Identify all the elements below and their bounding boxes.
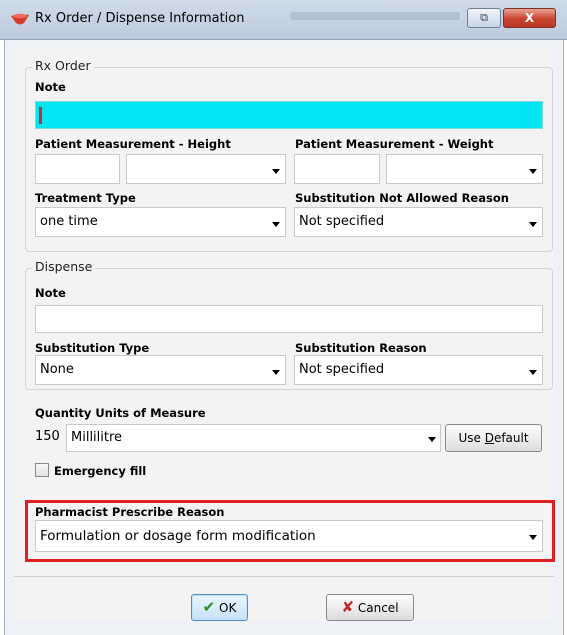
- close-button[interactable]: X: [503, 8, 556, 28]
- subst-not-allowed-dropdown[interactable]: Not specified: [294, 207, 543, 237]
- chevron-down-icon: [529, 169, 537, 174]
- cancel-x-icon: ✘: [341, 598, 355, 616]
- pill-icon: [11, 13, 29, 25]
- check-icon: ✔: [202, 598, 216, 616]
- cancel-label: Cancel: [357, 601, 399, 615]
- weight-unit-dropdown[interactable]: [386, 154, 543, 184]
- quantity-amount: 150: [35, 429, 60, 444]
- emergency-fill-checkbox[interactable]: [35, 463, 49, 477]
- dispense-legend: Dispense: [32, 259, 96, 274]
- subst-reason-value: Not specified: [299, 362, 385, 377]
- subst-reason-dropdown[interactable]: Not specified: [294, 355, 543, 385]
- use-default-label-accel: D: [484, 431, 494, 445]
- ok-label: OK: [219, 601, 237, 615]
- subst-type-label: Substitution Type: [35, 341, 150, 355]
- height-unit-dropdown[interactable]: [126, 154, 286, 184]
- pharmacist-reason-value: Formulation or dosage form modification: [40, 528, 316, 544]
- subst-type-dropdown[interactable]: None: [35, 355, 286, 385]
- treatment-type-label: Treatment Type: [35, 191, 136, 205]
- text-cursor: [39, 107, 42, 124]
- quantity-unit-dropdown[interactable]: Millilitre: [66, 424, 441, 452]
- quantity-label: Quantity Units of Measure: [35, 406, 206, 420]
- quantity-unit-value: Millilitre: [71, 430, 123, 445]
- title-smudge: [290, 12, 460, 20]
- window-title: Rx Order / Dispense Information: [35, 11, 245, 26]
- height-value-input[interactable]: [35, 154, 120, 184]
- weight-label: Patient Measurement - Weight: [295, 137, 494, 151]
- subst-reason-label: Substitution Reason: [295, 341, 427, 355]
- subst-not-allowed-value: Not specified: [299, 214, 385, 229]
- chevron-down-icon: [272, 169, 280, 174]
- dispense-note-label: Note: [35, 286, 66, 300]
- pharmacist-reason-dropdown[interactable]: Formulation or dosage form modification: [35, 520, 543, 552]
- restore-icon: ⧉: [480, 11, 488, 24]
- cancel-button[interactable]: ✘ Cancel: [326, 594, 414, 621]
- use-default-button[interactable]: Use Default: [445, 424, 542, 452]
- title-bar[interactable]: Rx Order / Dispense Information ⧉ X: [0, 0, 567, 40]
- subst-type-value: None: [40, 362, 74, 377]
- height-label: Patient Measurement - Height: [35, 137, 231, 151]
- use-default-label-pre: Use: [458, 431, 485, 445]
- chevron-down-icon: [272, 370, 280, 375]
- rx-note-label: Note: [35, 80, 66, 94]
- rx-order-legend: Rx Order: [32, 58, 94, 73]
- subst-not-allowed-label: Substitution Not Allowed Reason: [295, 191, 509, 205]
- use-default-label-post: efault: [493, 431, 529, 445]
- chevron-down-icon: [272, 222, 280, 227]
- treatment-type-dropdown[interactable]: one time: [35, 207, 286, 237]
- pharmacist-reason-label: Pharmacist Prescribe Reason: [35, 505, 225, 519]
- weight-value-input[interactable]: [294, 154, 380, 184]
- chevron-down-icon: [529, 535, 537, 540]
- dispense-note-field[interactable]: [35, 305, 543, 333]
- footer-divider: [14, 576, 554, 577]
- ok-button[interactable]: ✔ OK: [191, 594, 248, 621]
- emergency-fill-label: Emergency fill: [54, 464, 147, 478]
- chevron-down-icon: [529, 370, 537, 375]
- treatment-type-value: one time: [40, 214, 98, 229]
- close-icon: X: [524, 11, 535, 25]
- chevron-down-icon: [529, 222, 537, 227]
- chevron-down-icon: [428, 437, 436, 442]
- rx-note-field[interactable]: [35, 101, 543, 129]
- restore-button[interactable]: ⧉: [467, 8, 501, 28]
